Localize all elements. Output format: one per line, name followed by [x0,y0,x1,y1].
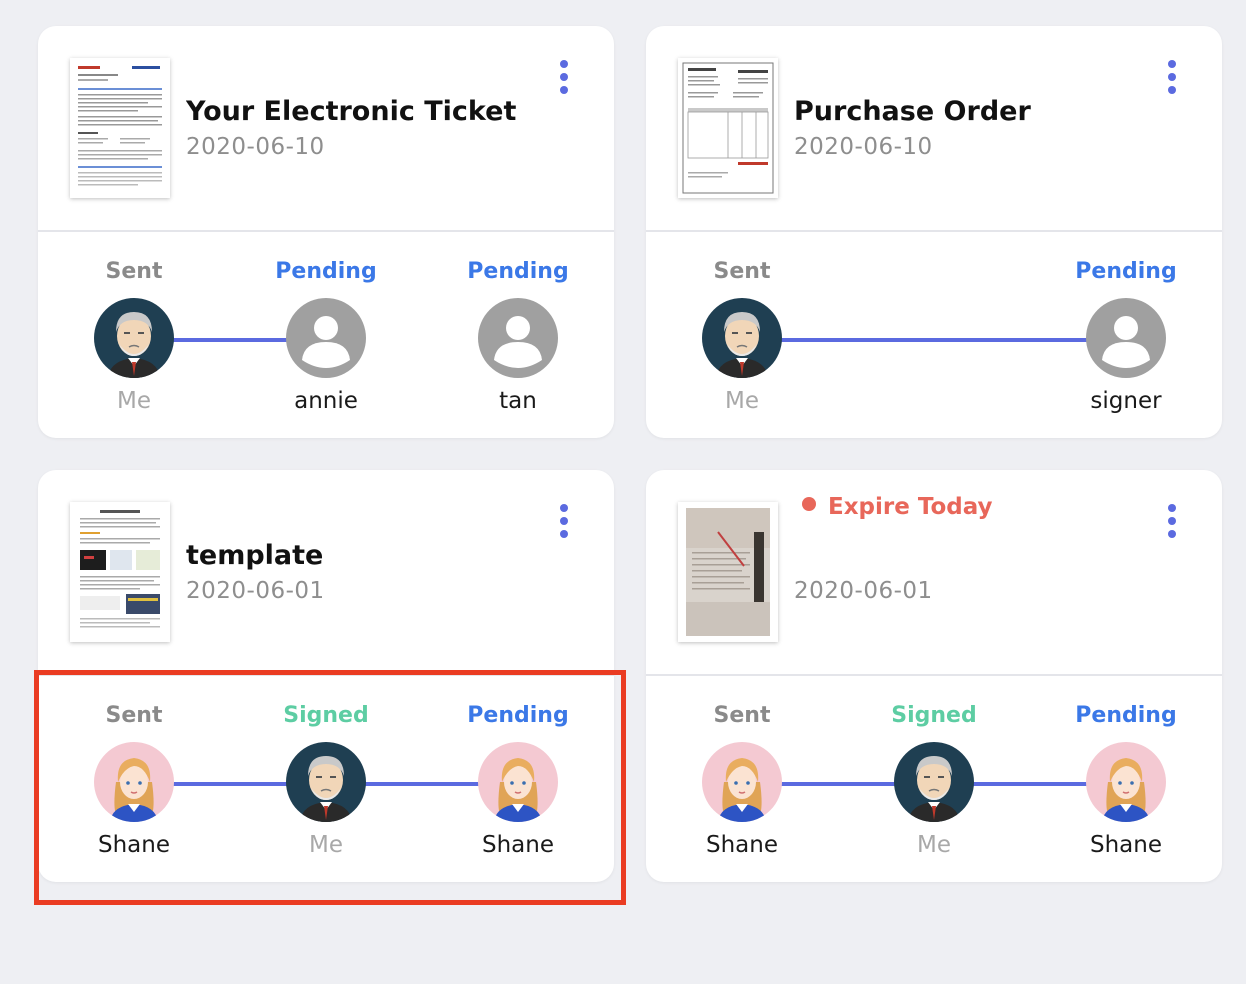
signer-status: Signed [891,703,977,728]
document-date: 2020-06-01 [794,578,933,604]
signer-item[interactable]: Pending Shane [1036,676,1216,858]
card-header: Purchase Order 2020-06-10 [646,26,1222,232]
signer-item[interactable]: Pending signer [1036,232,1216,414]
woman-avatar [702,742,782,822]
expire-warning: Expire Today [802,494,993,520]
signer-item[interactable]: Pending tan [428,232,608,414]
woman-avatar [478,742,558,822]
document-thumbnail[interactable] [678,502,778,642]
signer-status: Pending [275,259,377,284]
more-options-icon[interactable] [552,504,576,538]
woman-avatar [94,742,174,822]
signer-flow: Sent Me Pending signer [646,232,1222,438]
signer-status: Sent [105,259,163,284]
signer-name: Me [309,832,343,858]
signer-status: Pending [467,703,569,728]
person-placeholder-icon [478,298,558,378]
signer-flow: Sent Shane Signed Me Pending Shane [38,676,614,882]
document-date: 2020-06-10 [794,134,933,160]
document-card[interactable]: template 2020-06-01 Sent Shane Signed Me… [38,470,614,882]
signer-name: Shane [98,832,170,858]
document-title[interactable]: template [186,540,516,571]
signer-status: Sent [105,703,163,728]
signer-name: Shane [482,832,554,858]
signer-item[interactable]: Sent Me [44,232,224,414]
signer-item[interactable]: Pending annie [236,232,416,414]
person-placeholder-icon [1086,298,1166,378]
expire-dot-icon [802,497,816,511]
document-title[interactable]: Your Electronic Ticket... [186,96,516,127]
signer-status: Pending [1075,259,1177,284]
document-date: 2020-06-01 [186,578,325,604]
old-man-avatar [94,298,174,378]
signer-status: Sent [713,703,771,728]
document-card[interactable]: Your Electronic Ticket... 2020-06-10 Sen… [38,26,614,438]
signer-status: Signed [283,703,369,728]
more-options-icon[interactable] [1160,504,1184,538]
more-options-icon[interactable] [1160,60,1184,94]
card-header: Expire Today 2020-06-01 [646,470,1222,676]
old-man-avatar [286,742,366,822]
document-thumbnail[interactable] [70,58,170,198]
more-options-icon[interactable] [552,60,576,94]
signer-item[interactable]: Signed Me [844,676,1024,858]
signer-status: Pending [1075,703,1177,728]
document-card[interactable]: Purchase Order 2020-06-10 Sent Me Pendin… [646,26,1222,438]
expire-text: Expire Today [828,494,993,520]
signer-name: Me [917,832,951,858]
signer-item[interactable]: Pending Shane [428,676,608,858]
template-thumbnail [80,510,160,628]
old-man-avatar [894,742,974,822]
signer-name: tan [499,388,537,414]
signer-name: Shane [1090,832,1162,858]
card-header: template 2020-06-01 [38,470,614,676]
signer-item[interactable]: Sent Shane [44,676,224,858]
document-card[interactable]: Expire Today 2020-06-01 Sent Shane Signe… [646,470,1222,882]
signer-flow: Sent Me Pending annie Pending tan [38,232,614,438]
signer-flow: Sent Shane Signed Me Pending Shane [646,676,1222,882]
signer-item[interactable]: Sent Shane [652,676,832,858]
old-man-avatar [702,298,782,378]
signer-item[interactable]: Sent Me [652,232,832,414]
signer-name: signer [1090,388,1162,414]
person-placeholder-icon [286,298,366,378]
document-thumbnail[interactable] [678,58,778,198]
signer-item[interactable]: Signed Me [236,676,416,858]
ticket-thumbnail [78,66,162,186]
photo-thumbnail [686,508,770,636]
signer-name: Me [117,388,151,414]
signer-name: annie [294,388,358,414]
document-thumbnail[interactable] [70,502,170,642]
signer-name: Me [725,388,759,414]
signer-name: Shane [706,832,778,858]
document-title[interactable]: Purchase Order [794,96,1124,127]
signer-status: Pending [467,259,569,284]
woman-avatar [1086,742,1166,822]
signer-status: Sent [713,259,771,284]
purchase-order-thumbnail [682,62,774,194]
document-date: 2020-06-10 [186,134,325,160]
card-header: Your Electronic Ticket... 2020-06-10 [38,26,614,232]
